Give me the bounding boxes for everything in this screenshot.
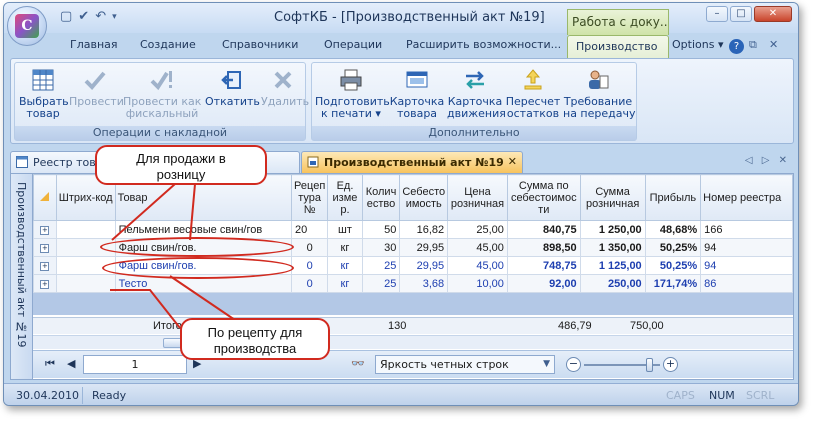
annotation-line — [110, 289, 181, 329]
callout-production: По рецепту для производства — [180, 318, 330, 360]
callout-retail: Для продажи в розницу — [95, 145, 267, 185]
annotation-line — [189, 183, 196, 241]
annotation-line — [169, 275, 236, 321]
highlight-ellipse-production — [102, 257, 294, 279]
annotation-line — [111, 183, 176, 241]
annotation-lines — [110, 183, 236, 329]
highlight-ellipse-retail — [100, 237, 294, 257]
